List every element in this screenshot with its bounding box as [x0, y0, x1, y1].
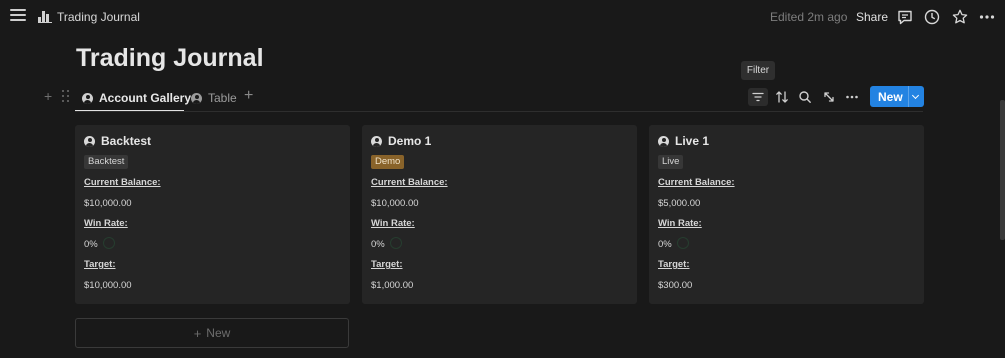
target-value: $10,000.00 — [84, 280, 132, 291]
tab-table[interactable]: Table — [191, 89, 237, 107]
balance-label: Current Balance: — [84, 177, 161, 188]
winrate-value: 0% — [84, 239, 98, 250]
progress-ring — [677, 237, 689, 249]
gallery-card[interactable]: Backtest Backtest Current Balance: $10,0… — [75, 125, 350, 304]
target-label: Target: — [84, 259, 116, 270]
card-title: Live 1 — [675, 134, 710, 148]
progress-ring — [103, 237, 115, 249]
edited-timestamp: Edited 2m ago — [770, 10, 848, 24]
filter-icon[interactable] — [748, 88, 768, 106]
balance-value: $10,000.00 — [371, 198, 419, 209]
breadcrumb-title[interactable]: Trading Journal — [57, 10, 140, 24]
top-bar: Trading Journal Edited 2m ago Share — [0, 0, 1005, 34]
tab-label: Account Gallery — [99, 91, 192, 105]
gallery-card[interactable]: Live 1 Live Current Balance: $5,000.00 W… — [649, 125, 924, 304]
more-icon[interactable] — [842, 88, 862, 106]
sort-icon[interactable] — [772, 88, 792, 106]
new-card-button[interactable]: + New — [75, 318, 349, 348]
tag-badge: Demo — [371, 155, 405, 169]
tab-account-gallery[interactable]: Account Gallery — [82, 89, 191, 107]
star-icon[interactable] — [951, 8, 969, 26]
winrate-label: Win Rate: — [658, 218, 702, 229]
target-value: $1,000.00 — [371, 280, 414, 291]
tag-badge: Live — [658, 155, 684, 169]
new-card-label: New — [206, 326, 231, 340]
tag-badge: Backtest — [84, 155, 129, 169]
add-view-icon[interactable]: + — [244, 87, 253, 105]
expand-icon[interactable] — [819, 88, 839, 106]
winrate-value: 0% — [658, 239, 672, 250]
drag-handle-icon[interactable] — [62, 90, 70, 102]
target-label: Target: — [658, 259, 690, 270]
person-icon — [82, 92, 93, 104]
new-button-label: New — [878, 89, 903, 104]
card-title: Demo 1 — [388, 134, 432, 148]
chevron-down-icon[interactable] — [909, 86, 924, 107]
person-icon — [84, 135, 95, 147]
winrate-label: Win Rate: — [371, 218, 415, 229]
chart-bar-icon — [38, 11, 52, 23]
filter-tooltip: Filter — [741, 61, 775, 80]
target-value: $300.00 — [658, 280, 693, 291]
search-icon[interactable] — [795, 88, 815, 106]
plus-icon: + — [193, 325, 202, 341]
person-icon — [371, 135, 382, 147]
card-title: Backtest — [101, 134, 152, 148]
balance-value: $10,000.00 — [84, 198, 132, 209]
gallery-card[interactable]: Demo 1 Demo Current Balance: $10,000.00 … — [362, 125, 637, 304]
comment-icon[interactable] — [896, 8, 914, 26]
winrate-label: Win Rate: — [84, 218, 128, 229]
add-block-icon[interactable]: + — [44, 88, 52, 104]
person-icon — [191, 92, 202, 104]
progress-ring — [390, 237, 402, 249]
divider — [75, 111, 923, 112]
target-label: Target: — [371, 259, 403, 270]
tab-label: Table — [208, 91, 237, 105]
winrate-value: 0% — [371, 239, 385, 250]
clock-icon[interactable] — [923, 8, 941, 26]
balance-label: Current Balance: — [371, 177, 448, 188]
scrollbar[interactable] — [1000, 100, 1005, 240]
new-button[interactable]: New — [870, 86, 924, 107]
share-button[interactable]: Share — [856, 10, 888, 24]
menu-icon[interactable] — [10, 9, 26, 25]
person-icon — [658, 135, 669, 147]
balance-label: Current Balance: — [658, 177, 735, 188]
more-icon[interactable] — [978, 8, 996, 26]
balance-value: $5,000.00 — [658, 198, 701, 209]
page-title: Trading Journal — [76, 44, 264, 72]
